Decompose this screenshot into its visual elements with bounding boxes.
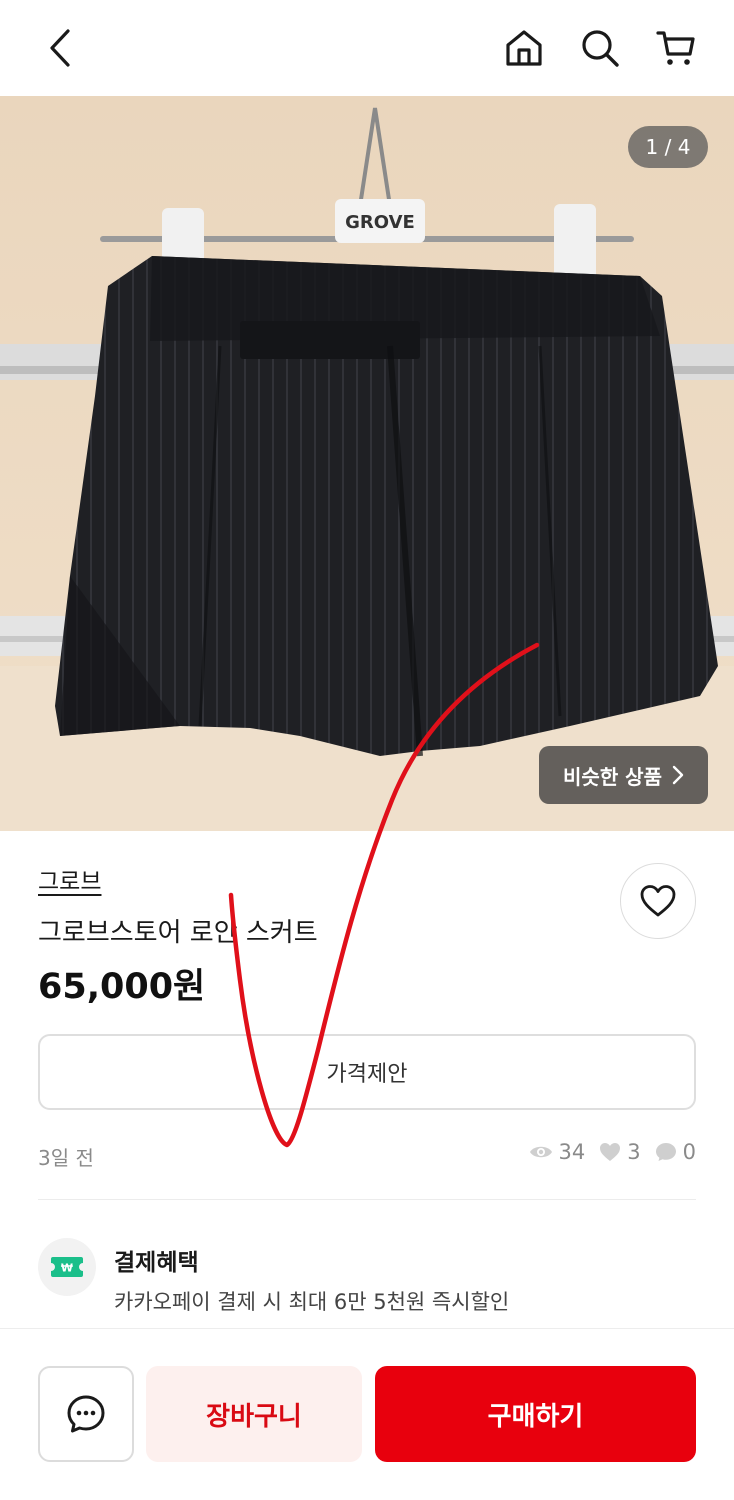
home-button[interactable] xyxy=(500,24,548,72)
chevron-left-icon xyxy=(50,29,70,67)
bottom-bar-divider xyxy=(0,1328,734,1329)
product-price: 65,000원 xyxy=(38,967,206,1007)
chat-bubble-icon xyxy=(655,1143,676,1161)
shopping-cart-icon xyxy=(656,31,695,65)
hanger-tag-text: GROVE xyxy=(345,212,415,233)
search-icon xyxy=(582,30,619,67)
chats-count: 0 xyxy=(682,1140,696,1164)
coupon-icon: ₩ xyxy=(51,1257,83,1277)
product-title: 그로브스토어 로안 스커트 xyxy=(38,918,318,948)
posted-time: 3일 전 xyxy=(38,1146,94,1170)
back-button[interactable] xyxy=(36,24,84,72)
likes-stat: 3 xyxy=(599,1140,641,1164)
buy-now-button[interactable]: 구매하기 xyxy=(375,1366,696,1462)
views-stat: 34 xyxy=(529,1140,586,1164)
chats-stat: 0 xyxy=(655,1140,696,1164)
search-button[interactable] xyxy=(576,24,624,72)
chat-dots-icon xyxy=(67,1395,105,1433)
similar-products-button[interactable]: 비슷한 상품 xyxy=(539,746,708,804)
chevron-right-icon xyxy=(672,765,684,785)
similar-products-label: 비슷한 상품 xyxy=(563,764,662,789)
benefit-description: 카카오페이 결제 시 최대 6만 5천원 즉시할인 xyxy=(114,1290,510,1314)
like-button[interactable] xyxy=(620,863,696,939)
product-stats: 34 3 0 xyxy=(529,1140,696,1164)
benefit-title: 결제혜택 xyxy=(114,1250,199,1276)
brand-link[interactable]: 그로브 xyxy=(38,862,101,896)
benefit-icon-wrap: ₩ xyxy=(38,1238,96,1296)
price-offer-button[interactable]: 가격제안 xyxy=(38,1034,696,1110)
heart-icon xyxy=(640,885,676,917)
chat-button[interactable] xyxy=(38,1366,134,1462)
home-icon xyxy=(506,30,542,66)
heart-filled-icon xyxy=(600,1143,621,1161)
likes-count: 3 xyxy=(627,1140,641,1164)
top-nav-bar xyxy=(0,0,734,96)
image-counter: 1 / 4 xyxy=(628,126,708,168)
eye-icon xyxy=(529,1146,552,1158)
add-to-cart-button[interactable]: 장바구니 xyxy=(146,1366,362,1462)
cart-button[interactable] xyxy=(652,24,700,72)
product-photo: GROVE xyxy=(0,96,734,831)
svg-text:₩: ₩ xyxy=(61,1262,73,1275)
section-divider xyxy=(38,1199,696,1200)
product-image-gallery[interactable]: GROVE 1 / 4 비슷한 상품 xyxy=(0,96,734,831)
views-count: 34 xyxy=(558,1140,586,1164)
